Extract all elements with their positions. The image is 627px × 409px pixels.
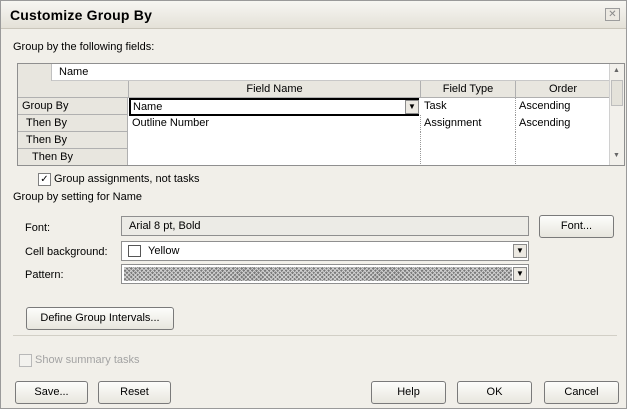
grid-name-bar: Name: [18, 64, 611, 81]
cell-background-value: Yellow: [148, 245, 180, 257]
customize-group-by-dialog: Customize Group By ✕ Group by the follow…: [0, 0, 627, 409]
save-button[interactable]: Save...: [15, 381, 88, 404]
group-assignments-checkbox[interactable]: ✓: [38, 173, 51, 186]
grid-vertical-scrollbar[interactable]: ▲ ▼: [609, 64, 624, 165]
field-name-cell-row-4[interactable]: [129, 149, 421, 165]
order-cell-row-3[interactable]: [516, 132, 611, 149]
color-swatch: [128, 245, 141, 257]
group-setting-label: Group by setting for Name: [13, 191, 143, 203]
order-cell-row-1[interactable]: Ascending: [516, 98, 611, 115]
font-button-label: Font...: [560, 220, 593, 232]
scroll-up-icon[interactable]: ▲: [613, 67, 620, 74]
field-type-cell-row-1[interactable]: Task: [421, 98, 516, 115]
group-by-grid[interactable]: Name Field Name Field Type Order Group B…: [17, 63, 625, 166]
reset-button[interactable]: Reset: [98, 381, 171, 404]
field-type-header: Field Type: [421, 81, 516, 98]
group-assignments-label: Group assignments, not tasks: [54, 173, 200, 185]
font-label: Font:: [25, 222, 51, 234]
field-type-cell-row-2[interactable]: Assignment: [421, 115, 516, 132]
reset-button-label: Reset: [120, 386, 149, 398]
define-group-intervals-button[interactable]: Define Group Intervals...: [26, 307, 174, 330]
order-header: Order: [516, 81, 611, 98]
order-cell-row-4[interactable]: [516, 149, 611, 165]
pattern-label: Pattern:: [25, 269, 64, 281]
field-type-cell-row-3[interactable]: [421, 132, 516, 149]
field-name-header: Field Name: [129, 81, 421, 98]
pattern-preview: [124, 267, 512, 281]
cancel-button[interactable]: Cancel: [544, 381, 619, 404]
dialog-title: Customize Group By: [10, 7, 153, 23]
scroll-down-icon[interactable]: ▼: [613, 152, 620, 159]
field-name-cell-row-2[interactable]: Outline Number: [129, 115, 421, 132]
ok-button[interactable]: OK: [457, 381, 532, 404]
scroll-thumb[interactable]: [611, 80, 623, 106]
field-type-cell-row-4[interactable]: [421, 149, 516, 165]
row-label-then-by-3: Then By: [18, 149, 128, 165]
field-name-cell-row-1[interactable]: Name: [129, 98, 419, 116]
row-header-corner: [18, 81, 129, 98]
pattern-dropdown-icon[interactable]: ▼: [513, 267, 527, 281]
show-summary-checkbox[interactable]: [19, 354, 32, 367]
pattern-select[interactable]: ▼: [121, 264, 529, 284]
row-label-group-by: Group By: [18, 98, 128, 115]
grid-name-value: Name: [59, 66, 89, 78]
group-by-fields-label: Group by the following fields:: [13, 41, 155, 53]
cell-background-dropdown-icon[interactable]: ▼: [513, 244, 527, 258]
field-name-cell-row-3[interactable]: [129, 132, 421, 149]
field-name-dropdown-icon[interactable]: ▼: [405, 100, 419, 114]
order-cell-row-2[interactable]: Ascending: [516, 115, 611, 132]
close-icon[interactable]: ✕: [605, 8, 620, 21]
grid-corner: [18, 64, 52, 81]
cell-background-select[interactable]: Yellow ▼: [121, 241, 529, 261]
cell-background-label: Cell background:: [25, 246, 108, 258]
font-display-field: Arial 8 pt, Bold: [121, 216, 529, 236]
save-button-label: Save...: [34, 386, 69, 398]
font-value: Arial 8 pt, Bold: [129, 220, 201, 232]
field-name-value-row-1: Name: [133, 101, 163, 113]
row-label-then-by-1: Then By: [18, 115, 128, 132]
help-button[interactable]: Help: [371, 381, 446, 404]
show-summary-label: Show summary tasks: [35, 354, 140, 366]
ok-button-label: OK: [486, 386, 503, 398]
cancel-button-label: Cancel: [564, 386, 599, 398]
font-button[interactable]: Font...: [539, 215, 614, 238]
row-label-then-by-2: Then By: [18, 132, 128, 149]
title-bar[interactable]: Customize Group By ✕: [1, 1, 626, 29]
define-group-intervals-label: Define Group Intervals...: [40, 312, 160, 324]
help-button-label: Help: [397, 386, 420, 398]
section-divider: [13, 335, 617, 336]
